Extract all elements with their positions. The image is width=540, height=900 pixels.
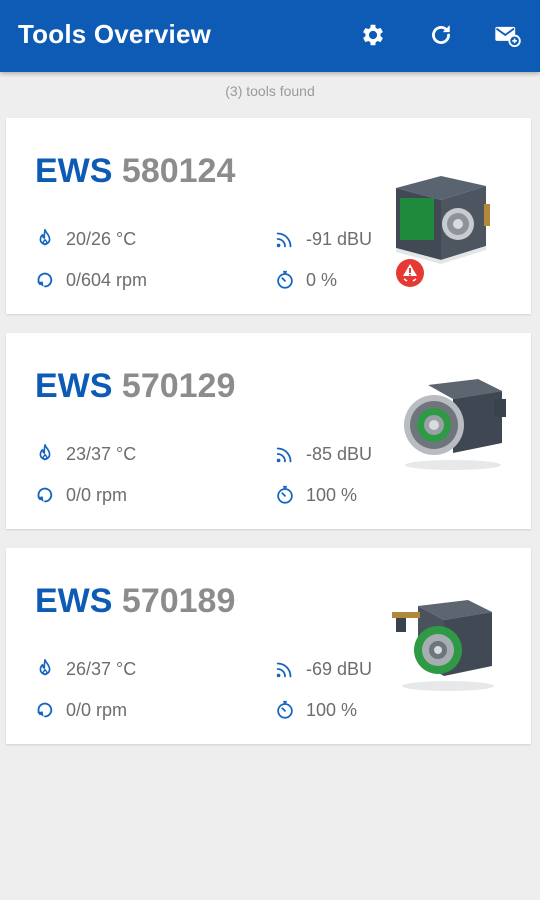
tool-brand: EWS [35,152,113,190]
settings-button[interactable] [356,18,390,52]
tool-card[interactable]: EWS 570129 23/37 °C 0/0 rpm -85 dBU 100 … [6,333,531,529]
battery-metric: 100 % [274,484,357,506]
battery-value: 100 % [306,484,358,505]
battery-metric: 0 % [274,269,337,291]
battery-metric: 100 % [274,699,357,721]
flame-icon [34,443,56,465]
tools-count-label: (3) tools found [225,83,315,99]
signal-metric: -69 dBU [274,658,372,680]
temperature-metric: 23/37 °C [34,443,136,465]
rpm-value: 0/0 rpm [66,699,128,720]
signal-metric: -85 dBU [274,443,372,465]
rotation-icon [34,699,56,721]
temperature-value: 26/37 °C [66,658,137,679]
tool-image [386,168,496,268]
gear-icon [363,24,383,46]
tool-brand: EWS [35,367,113,405]
rpm-metric: 0/604 rpm [34,269,147,291]
battery-value: 0 % [306,269,338,290]
tool-id: 570129 [121,367,236,405]
tool-image [398,373,508,473]
rpm-value: 0/604 rpm [66,269,148,290]
refresh-button[interactable] [424,18,458,52]
rpm-metric: 0/0 rpm [34,484,127,506]
signal-value: -69 dBU [306,658,373,679]
temperature-value: 23/37 °C [66,443,137,464]
rotation-icon [34,269,56,291]
rpm-metric: 0/0 rpm [34,699,127,721]
temperature-metric: 20/26 °C [34,228,136,250]
tool-card[interactable]: EWS 570189 26/37 °C 0/0 rpm -69 dBU 100 … [6,548,531,744]
tool-brand: EWS [35,582,113,620]
tool-title: EWS 580124 [35,152,235,191]
signal-icon [274,228,296,250]
rotation-icon [34,484,56,506]
rpm-value: 0/0 rpm [66,484,128,505]
tool-id: 580124 [121,152,236,190]
page-title: Tools Overview [18,19,212,49]
battery-value: 100 % [306,699,358,720]
signal-icon [274,658,296,680]
timer-icon [274,484,296,506]
refresh-icon [432,25,450,44]
temperature-value: 20/26 °C [66,228,137,249]
warning-icon[interactable] [395,258,425,288]
tool-title: EWS 570129 [35,367,235,406]
flame-icon [34,658,56,680]
timer-icon [274,269,296,291]
signal-value: -85 dBU [306,443,373,464]
app-bar: Tools Overview [0,0,540,72]
signal-value: -91 dBU [306,228,373,249]
mail-icon [495,26,521,48]
tool-image [388,592,498,692]
tool-card[interactable]: EWS 580124 20/26 °C 0/604 rpm -91 dBU 0 … [6,118,531,314]
timer-icon [274,699,296,721]
signal-icon [274,443,296,465]
mail-button[interactable] [490,18,524,52]
tool-id: 570189 [121,582,236,620]
temperature-metric: 26/37 °C [34,658,136,680]
flame-icon [34,228,56,250]
tool-title: EWS 570189 [35,582,235,621]
signal-metric: -91 dBU [274,228,372,250]
